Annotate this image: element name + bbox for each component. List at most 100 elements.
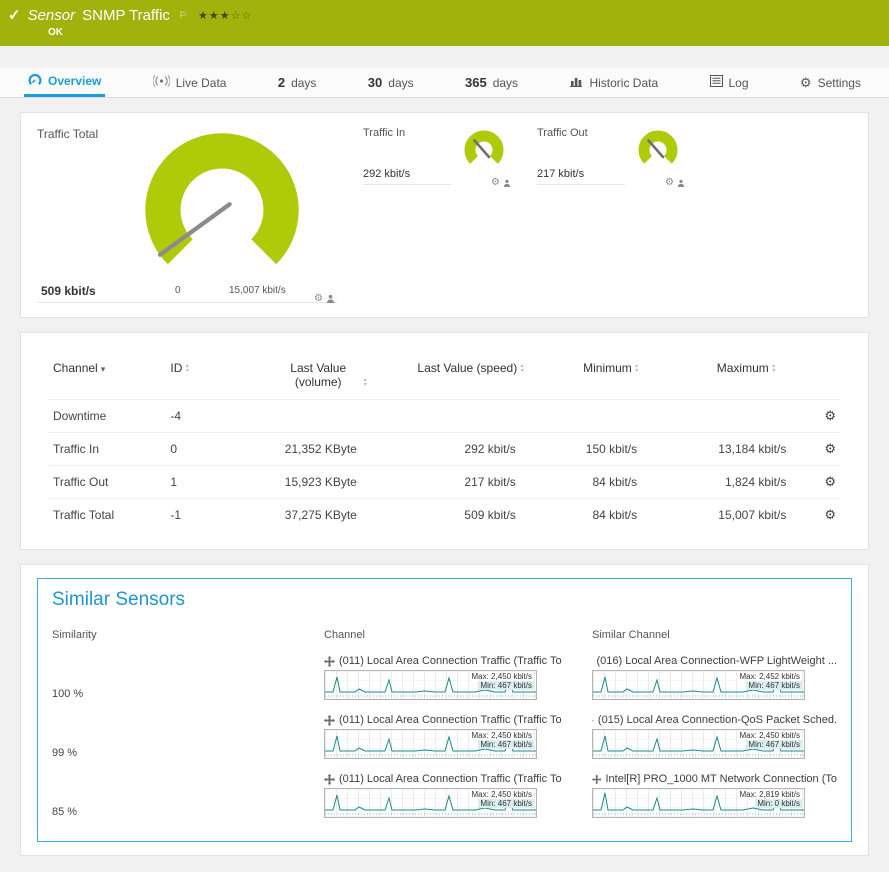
channel-volume: [252, 400, 391, 433]
move-crosshair-icon: [592, 774, 601, 785]
channel-volume: 15,923 KByte: [252, 466, 391, 499]
similar-sensors-panel: Similar Sensors Similarity Channel Simil…: [20, 564, 869, 856]
channel-max: 13,184 kbit/s: [671, 433, 820, 466]
gauge-current-value: 292 kbit/s: [363, 168, 410, 180]
status-badge: OK: [48, 27, 879, 38]
channel-min: 150 kbit/s: [550, 433, 671, 466]
priority-stars[interactable]: ★★★☆☆: [198, 9, 252, 22]
tab-historic-data[interactable]: Historic Data: [565, 68, 662, 97]
tab-365-days-number: 365: [465, 75, 487, 90]
gear-icon[interactable]: ⚙: [314, 294, 323, 304]
tab-2-days-label: days: [291, 76, 316, 90]
user-icon[interactable]: [677, 174, 685, 192]
tab-365-days-label: days: [493, 76, 518, 90]
channel-speed: 509 kbit/s: [391, 499, 550, 532]
tab-30-days-number: 30: [368, 75, 382, 90]
channel-volume: 21,352 KByte: [252, 433, 391, 466]
col-header-maximum[interactable]: Maximum▴▾: [671, 357, 820, 400]
traffic-out-gauge-arc: [635, 127, 681, 173]
channel-max: [671, 400, 820, 433]
channel-max: 1,824 kbit/s: [671, 466, 820, 499]
channel-speed: [391, 400, 550, 433]
channel-min: [550, 400, 671, 433]
col-header-minimum[interactable]: Minimum▴▾: [550, 357, 671, 400]
similar-sensor-row: 99 % (011) Local Area Connection Traffic…: [52, 714, 837, 759]
minigraph-min-label: Min: 467 kbit/s: [478, 681, 534, 690]
tab-settings[interactable]: ⚙ Settings: [796, 68, 865, 97]
move-crosshair-icon: [592, 656, 593, 667]
similar-sensors-box: Similar Sensors Similarity Channel Simil…: [37, 578, 852, 842]
historic-chart-icon: [569, 75, 583, 90]
col-header-last-value-speed[interactable]: Last Value (speed)▴▾: [391, 357, 550, 400]
tab-365-days[interactable]: 365 days: [461, 68, 522, 97]
channel-settings-gear-icon[interactable]: ⚙: [824, 408, 836, 423]
channels-table: Channel▾ ID▴▾ Last Value (volume)▴▾ Last…: [49, 357, 840, 531]
channel-name[interactable]: Traffic Out: [49, 466, 166, 499]
tab-30-days[interactable]: 30 days: [364, 68, 418, 97]
tab-2-days-number: 2: [278, 75, 285, 90]
channel-name[interactable]: Traffic Total: [49, 499, 166, 532]
col-header-channel[interactable]: Channel▾: [49, 357, 166, 400]
tab-historic-data-label: Historic Data: [589, 76, 658, 90]
channel-name[interactable]: Traffic In: [49, 433, 166, 466]
tab-live-data[interactable]: Live Data: [149, 68, 231, 97]
tab-log[interactable]: Log: [706, 68, 753, 97]
gear-icon[interactable]: ⚙: [491, 178, 500, 188]
channel-settings-gear-icon[interactable]: ⚙: [824, 474, 836, 489]
similar-channel-minigraph[interactable]: Max: 2,819 kbit/sMin: 0 kbit/s: [592, 788, 805, 818]
gauge-current-value: 509 kbit/s: [41, 284, 96, 298]
channel-row-downtime: Downtime -4 ⚙: [49, 400, 840, 433]
channel-settings-gear-icon[interactable]: ⚙: [824, 507, 836, 522]
channel-name[interactable]: Downtime: [49, 400, 166, 433]
minigraph-min-label: Min: 467 kbit/s: [478, 740, 534, 749]
col-header-last-value-volume[interactable]: Last Value (volume)▴▾: [252, 357, 391, 400]
channel-id: 0: [166, 433, 251, 466]
similarity-value: 99 %: [52, 714, 324, 759]
channel-minigraph[interactable]: Max: 2,450 kbit/sMin: 467 kbit/s: [324, 788, 537, 818]
channel-id: -4: [166, 400, 251, 433]
tab-2-days[interactable]: 2 days: [274, 68, 321, 97]
tab-overview[interactable]: Overview: [24, 68, 105, 97]
channel-settings-gear-icon[interactable]: ⚙: [824, 441, 836, 456]
similarity-value: 100 %: [52, 655, 324, 700]
traffic-total-gauge: Traffic Total 509 kbit/s 0 15,007 kbit/s…: [37, 127, 337, 303]
col-header-similar-channel: Similar Channel: [592, 629, 837, 641]
col-header-id[interactable]: ID▴▾: [166, 357, 251, 400]
log-list-icon: [710, 75, 723, 90]
channel-row-traffic-out: Traffic Out 1 15,923 KByte 217 kbit/s 84…: [49, 466, 840, 499]
channel-link[interactable]: (011) Local Area Connection Traffic (Tra…: [324, 714, 592, 726]
similar-channel-link[interactable]: Intel[R] PRO_1000 MT Network Connection …: [592, 773, 837, 785]
similar-sensors-title: Similar Sensors: [52, 589, 837, 611]
channels-panel: Channel▾ ID▴▾ Last Value (volume)▴▾ Last…: [20, 332, 869, 550]
channel-minigraph[interactable]: Max: 2,450 kbit/sMin: 467 kbit/s: [324, 670, 537, 700]
channel-link[interactable]: (011) Local Area Connection Traffic (Tra…: [324, 773, 592, 785]
user-icon[interactable]: [326, 290, 335, 308]
similar-sensor-row: 100 % (011) Local Area Connection Traffi…: [52, 655, 837, 700]
user-icon[interactable]: [503, 174, 511, 192]
minigraph-max-label: Max: 2,819 kbit/s: [738, 790, 802, 799]
channel-link[interactable]: (011) Local Area Connection Traffic (Tra…: [324, 655, 592, 667]
gauge-title: Traffic Out: [537, 127, 625, 139]
gear-icon[interactable]: ⚙: [665, 178, 674, 188]
flag-icon[interactable]: ⚐: [179, 10, 187, 21]
gauge-title: Traffic In: [363, 127, 451, 139]
minigraph-max-label: Max: 2,450 kbit/s: [738, 731, 802, 740]
similar-channel-link[interactable]: (015) Local Area Connection-QoS Packet S…: [592, 714, 837, 726]
similarity-value: 85 %: [52, 773, 324, 818]
sensor-title: SNMP Traffic: [82, 7, 170, 24]
channel-min: 84 kbit/s: [550, 499, 671, 532]
similar-channel-minigraph[interactable]: Max: 2,450 kbit/sMin: 467 kbit/s: [592, 729, 805, 759]
similar-sensor-row: 85 % (011) Local Area Connection Traffic…: [52, 773, 837, 818]
minigraph-min-label: Min: 467 kbit/s: [746, 681, 802, 690]
col-header-similarity: Similarity: [52, 629, 324, 641]
move-crosshair-icon: [324, 774, 335, 785]
similar-channel-link[interactable]: (016) Local Area Connection-WFP LightWei…: [592, 655, 837, 667]
channel-minigraph[interactable]: Max: 2,450 kbit/sMin: 467 kbit/s: [324, 729, 537, 759]
tab-30-days-label: days: [388, 76, 413, 90]
similar-channel-minigraph[interactable]: Max: 2,452 kbit/sMin: 467 kbit/s: [592, 670, 805, 700]
channel-id: 1: [166, 466, 251, 499]
object-kind-label: Sensor: [28, 7, 76, 24]
minigraph-min-label: Min: 467 kbit/s: [478, 799, 534, 808]
channel-row-traffic-total: Traffic Total -1 37,275 KByte 509 kbit/s…: [49, 499, 840, 532]
tab-log-label: Log: [729, 76, 749, 90]
